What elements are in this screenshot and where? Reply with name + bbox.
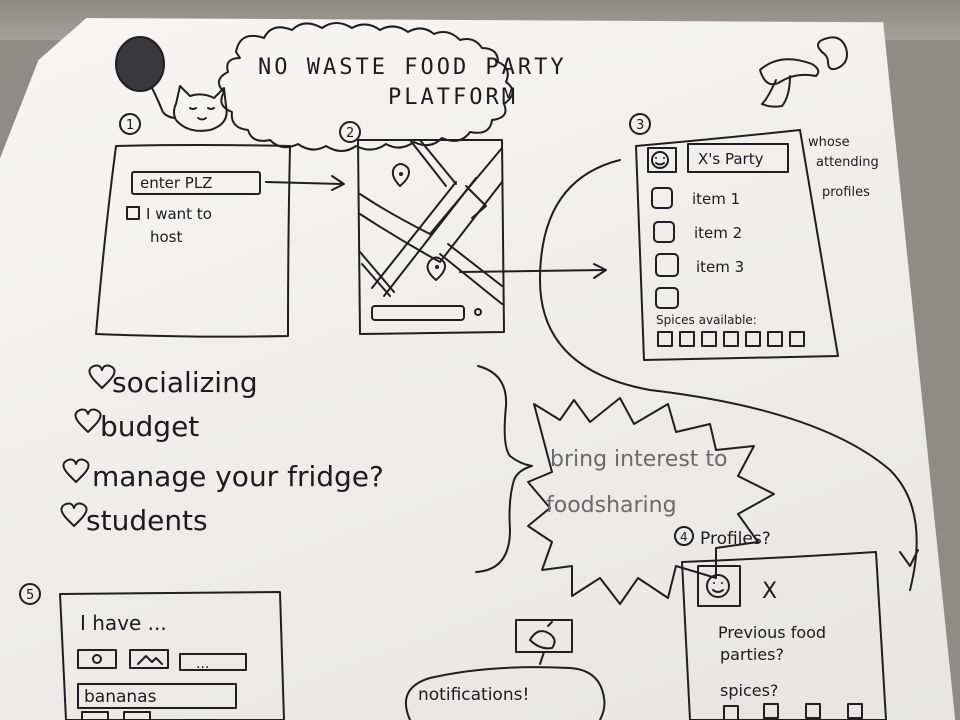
callout-line-2: foodsharing: [546, 493, 677, 518]
plz-input-placeholder: enter PLZ: [140, 174, 212, 192]
i-have-label: I have ...: [80, 611, 167, 635]
mushroom-icon: [759, 58, 820, 108]
spice-box: [657, 331, 673, 347]
party-title: X's Party: [698, 150, 764, 168]
spice-box: [723, 331, 739, 347]
item-label: item 1: [692, 190, 740, 208]
heart-icon: [74, 408, 102, 433]
spices-label: Spices available:: [656, 313, 757, 327]
screen-1-sketch: [95, 113, 291, 338]
heart-icon: [88, 364, 116, 389]
screen-2-number: 2: [346, 126, 354, 141]
notification-label: notifications!: [418, 685, 529, 705]
screen-5-number: 5: [26, 588, 34, 603]
bean-icon: [817, 36, 848, 71]
smiley-icon: [706, 574, 730, 598]
screen-3-number: 3: [636, 118, 644, 133]
host-checkbox-label-2: host: [150, 228, 182, 246]
profile-note-3: spices?: [720, 681, 778, 700]
map-search-bar[interactable]: [371, 305, 465, 321]
ingredient-input-value: bananas: [84, 687, 157, 707]
spice-box: [679, 331, 695, 347]
side-note-whose: whose: [808, 135, 850, 150]
item-1-checkbox[interactable]: [651, 187, 673, 209]
spice-box: [745, 331, 761, 347]
image-icon: [137, 655, 163, 665]
camera-icon: [92, 654, 102, 664]
screen-2-sketch: [339, 121, 505, 335]
sketch-canvas: NO WASTE FOOD PARTY PLATFORM 1 enter PLZ…: [19, 22, 919, 720]
photo-option[interactable]: [77, 649, 117, 669]
bell-icon: [529, 630, 556, 650]
balloon-icon: [115, 36, 175, 119]
side-note-profiles: profiles: [822, 185, 870, 200]
benefit-item: students: [86, 504, 208, 537]
benefit-item: socializing: [112, 366, 258, 399]
map-pin-icon: [391, 163, 410, 187]
benefit-item: budget: [100, 410, 199, 443]
item-label: item 2: [694, 224, 742, 242]
item-2-checkbox[interactable]: [653, 221, 675, 243]
host-checkbox-label-1: I want to: [146, 205, 212, 223]
benefits-brace: [475, 365, 533, 573]
profile-note-2: parties?: [720, 645, 784, 664]
arrow-1-to-2: [265, 175, 345, 191]
profile-note-1: Previous food: [718, 623, 826, 642]
more-option-label: ...: [196, 656, 209, 672]
benefits-hearts: [60, 364, 116, 527]
screen-1-number: 1: [126, 118, 134, 133]
item-3-checkbox[interactable]: [655, 253, 679, 277]
benefit-item: manage your fridge?: [92, 460, 384, 493]
spice-box: [767, 331, 783, 347]
title-line-2: PLATFORM: [388, 85, 518, 110]
arrow-2-to-3: [459, 263, 607, 279]
spice-box: [701, 331, 717, 347]
title-line-1: NO WASTE FOOD PARTY: [258, 55, 567, 80]
heart-icon: [60, 502, 88, 527]
cat-face-icon: [173, 85, 228, 132]
item-4-checkbox[interactable]: [655, 287, 679, 309]
profiles-heading: Profiles?: [700, 529, 771, 549]
profile-name: X: [762, 579, 777, 604]
heart-icon: [62, 458, 90, 483]
profile-avatar-box: [697, 565, 741, 607]
screen-4-number: 4: [680, 530, 688, 544]
spice-box: [789, 331, 805, 347]
item-label: item 3: [696, 258, 744, 276]
more-option[interactable]: [179, 653, 247, 671]
notification-sketch: [405, 619, 606, 720]
side-note-attending: attending: [816, 155, 879, 170]
host-checkbox[interactable]: [126, 206, 140, 220]
callout-line-1: bring interest to: [550, 447, 728, 472]
